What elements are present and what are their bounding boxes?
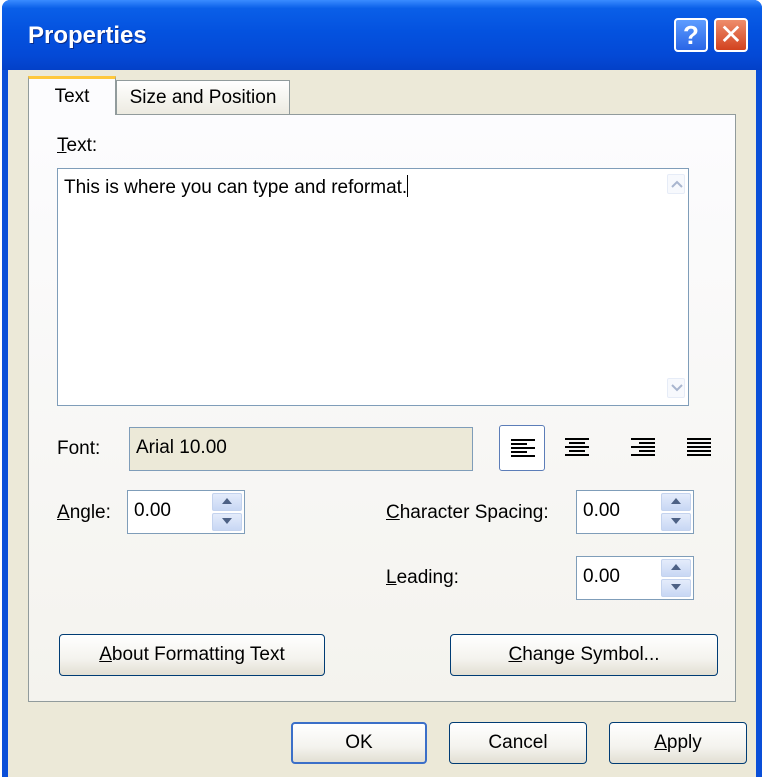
angle-decrease-button[interactable] — [212, 513, 242, 531]
text-caret — [407, 175, 409, 197]
leading-decrease-button[interactable] — [661, 579, 691, 597]
leading-stepper[interactable]: 0.00 — [576, 556, 694, 600]
align-right-icon — [631, 438, 655, 456]
close-button[interactable]: ✕ — [714, 18, 748, 52]
change-symbol-button[interactable]: Change Symbol... — [450, 634, 718, 676]
ok-button[interactable]: OK — [291, 722, 427, 764]
align-right-button[interactable] — [620, 425, 666, 471]
tab-size-and-position[interactable]: Size and Position — [116, 80, 290, 115]
character-spacing-increase-button[interactable] — [661, 493, 691, 511]
character-spacing-decrease-button[interactable] — [661, 513, 691, 531]
text-input-value: This is where you can type and reformat. — [64, 175, 409, 198]
arrow-up-icon — [671, 564, 681, 570]
apply-button[interactable]: Apply — [609, 722, 747, 764]
dialog-client-area: Text Size and Position Text: This is whe… — [8, 70, 756, 777]
font-field[interactable]: Arial 10.00 — [129, 427, 473, 471]
leading-label: Leading: — [386, 567, 459, 588]
angle-value: 0.00 — [134, 500, 171, 521]
leading-value: 0.00 — [583, 566, 620, 587]
arrow-down-icon — [222, 518, 232, 524]
chevron-up-icon — [671, 180, 683, 188]
about-formatting-text-button[interactable]: About Formatting Text — [59, 634, 325, 676]
title-bar[interactable]: Properties ? ✕ — [2, 0, 762, 70]
text-input-area[interactable]: This is where you can type and reformat. — [57, 168, 689, 406]
angle-label: Angle: — [57, 502, 111, 523]
tab-text[interactable]: Text — [28, 76, 116, 115]
text-area-scrollbar[interactable] — [665, 170, 687, 404]
scroll-down-button[interactable] — [667, 378, 685, 398]
angle-increase-button[interactable] — [212, 493, 242, 511]
arrow-down-icon — [671, 518, 681, 524]
character-spacing-value: 0.00 — [583, 500, 620, 521]
character-spacing-stepper[interactable]: 0.00 — [576, 490, 694, 534]
cancel-button[interactable]: Cancel — [449, 722, 587, 764]
text-tab-panel: Text: This is where you can type and ref… — [28, 114, 736, 702]
align-center-button[interactable] — [554, 425, 600, 471]
arrow-up-icon — [222, 498, 232, 504]
arrow-up-icon — [671, 498, 681, 504]
align-left-button[interactable] — [499, 425, 545, 471]
help-button[interactable]: ? — [674, 18, 708, 52]
align-justify-icon — [687, 438, 711, 456]
scroll-up-button[interactable] — [667, 174, 685, 194]
align-justify-button[interactable] — [676, 425, 722, 471]
close-icon: ✕ — [719, 19, 743, 50]
angle-stepper[interactable]: 0.00 — [127, 490, 245, 534]
arrow-down-icon — [671, 584, 681, 590]
font-value: Arial 10.00 — [136, 437, 227, 458]
font-label: Font: — [57, 438, 101, 459]
window-title: Properties — [28, 22, 147, 49]
text-label: Text: — [57, 135, 98, 156]
properties-dialog: Properties ? ✕ Text Size and Position Te… — [2, 0, 762, 777]
leading-increase-button[interactable] — [661, 559, 691, 577]
character-spacing-label: Character Spacing: — [386, 502, 549, 523]
help-icon: ? — [683, 20, 699, 50]
align-center-icon — [565, 438, 589, 456]
chevron-down-icon — [671, 384, 683, 392]
align-left-icon — [511, 439, 535, 457]
